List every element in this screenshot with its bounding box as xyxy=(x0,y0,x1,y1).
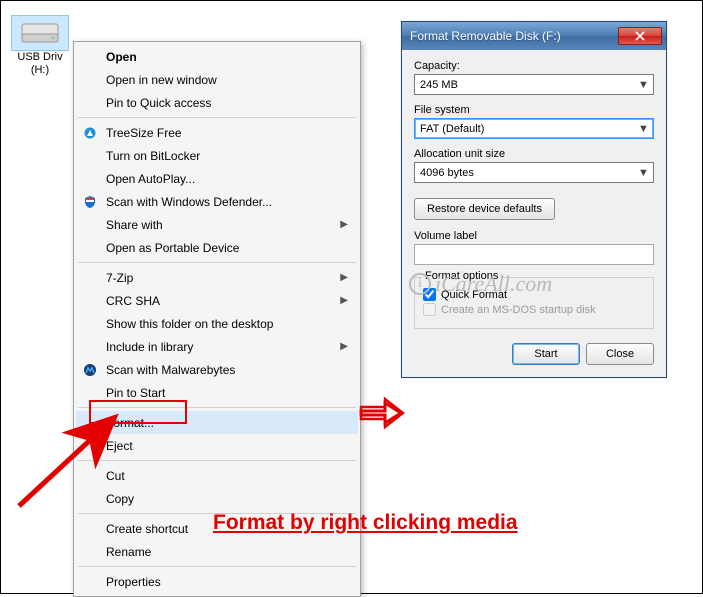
menu-separator xyxy=(78,566,356,567)
volume-label-input[interactable] xyxy=(414,244,654,265)
format-dialog: Format Removable Disk (F:) Capacity: 245… xyxy=(401,21,667,378)
menu-item-label: CRC SHA xyxy=(106,294,160,308)
menu-item-label: Eject xyxy=(106,439,133,453)
menu-separator xyxy=(78,407,356,408)
quick-format-input[interactable] xyxy=(423,288,436,301)
msdos-checkbox: Create an MS-DOS startup disk xyxy=(423,303,645,316)
menu-item-copy[interactable]: Copy xyxy=(76,487,358,510)
menu-item-scan-with-malwarebytes[interactable]: Scan with Malwarebytes xyxy=(76,358,358,381)
menu-item-properties[interactable]: Properties xyxy=(76,570,358,593)
dialog-titlebar[interactable]: Format Removable Disk (F:) xyxy=(402,22,666,50)
capacity-label: Capacity: xyxy=(414,60,654,72)
menu-separator xyxy=(78,460,356,461)
menu-item-label: Turn on BitLocker xyxy=(106,149,200,163)
menu-item-label: Properties xyxy=(106,575,161,589)
menu-item-label: Copy xyxy=(106,492,134,506)
allocation-select[interactable]: 4096 bytes ▼ xyxy=(414,162,654,183)
capacity-value: 245 MB xyxy=(420,79,458,91)
menu-item-pin-to-start[interactable]: Pin to Start xyxy=(76,381,358,404)
annotation-caption: Format by right clicking media xyxy=(213,511,518,535)
dialog-title: Format Removable Disk (F:) xyxy=(410,29,561,43)
quick-format-checkbox[interactable]: Quick Format xyxy=(423,288,645,301)
filesystem-value: FAT (Default) xyxy=(420,123,484,135)
menu-item-include-in-library[interactable]: Include in library ▶ xyxy=(76,335,358,358)
menu-item-label: Open AutoPlay... xyxy=(106,172,195,186)
menu-item-label: Scan with Malwarebytes xyxy=(106,363,235,377)
menu-item-open-autoplay[interactable]: Open AutoPlay... xyxy=(76,167,358,190)
filesystem-label: File system xyxy=(414,104,654,116)
menu-item-label: Share with xyxy=(106,218,163,232)
chevron-right-icon: ▶ xyxy=(340,295,348,306)
menu-item-open-as-portable-device[interactable]: Open as Portable Device xyxy=(76,236,358,259)
menu-item-label: Create shortcut xyxy=(106,522,188,536)
format-options-group: Format options Quick Format Create an MS… xyxy=(414,277,654,329)
chevron-right-icon: ▶ xyxy=(340,219,348,230)
close-dialog-button[interactable]: Close xyxy=(586,343,654,365)
menu-item-cut[interactable]: Cut xyxy=(76,464,358,487)
drive-label: USB Driv (H:) xyxy=(11,51,69,77)
menu-item-label: Open in new window xyxy=(106,73,217,87)
msdos-input xyxy=(423,303,436,316)
menu-item-pin-to-quick-access[interactable]: Pin to Quick access xyxy=(76,91,358,114)
close-icon xyxy=(635,31,645,41)
allocation-value: 4096 bytes xyxy=(420,167,474,179)
menu-item-label: Pin to Quick access xyxy=(106,96,211,110)
menu-item-label: Scan with Windows Defender... xyxy=(106,195,272,209)
menu-item-format[interactable]: Format... xyxy=(76,411,358,434)
volume-label-label: Volume label xyxy=(414,230,654,242)
hard-drive-icon xyxy=(20,18,60,46)
close-button[interactable] xyxy=(618,27,662,45)
menu-separator xyxy=(78,117,356,118)
menu-item-label: Open as Portable Device xyxy=(106,241,239,255)
allocation-label: Allocation unit size xyxy=(414,148,654,160)
menu-separator xyxy=(78,262,356,263)
menu-item-label: Include in library xyxy=(106,340,193,354)
treesize-icon xyxy=(82,125,98,141)
menu-item-7-zip[interactable]: 7-Zip ▶ xyxy=(76,266,358,289)
menu-item-treesize-free[interactable]: TreeSize Free xyxy=(76,121,358,144)
menu-item-label: TreeSize Free xyxy=(106,126,182,140)
malwarebytes-icon xyxy=(82,362,98,378)
chevron-right-icon: ▶ xyxy=(340,341,348,352)
capacity-select[interactable]: 245 MB ▼ xyxy=(414,74,654,95)
menu-item-label: Open xyxy=(106,50,137,64)
menu-item-rename[interactable]: Rename xyxy=(76,540,358,563)
menu-item-open[interactable]: Open xyxy=(76,45,358,68)
menu-item-label: Format... xyxy=(106,416,154,430)
filesystem-select[interactable]: FAT (Default) ▼ xyxy=(414,118,654,139)
menu-item-eject[interactable]: Eject xyxy=(76,434,358,457)
chevron-down-icon: ▼ xyxy=(636,77,651,92)
format-options-legend: Format options xyxy=(422,270,501,282)
menu-item-label: Cut xyxy=(106,469,125,483)
menu-item-label: Show this folder on the desktop xyxy=(106,317,273,331)
menu-item-scan-with-windows-defender[interactable]: Scan with Windows Defender... xyxy=(76,190,358,213)
chevron-down-icon: ▼ xyxy=(636,121,651,136)
desktop-drive-icon[interactable]: USB Driv (H:) xyxy=(11,15,69,77)
chevron-down-icon: ▼ xyxy=(636,165,651,180)
chevron-right-icon: ▶ xyxy=(340,272,348,283)
start-button[interactable]: Start xyxy=(512,343,580,365)
menu-item-crc-sha[interactable]: CRC SHA ▶ xyxy=(76,289,358,312)
menu-item-share-with[interactable]: Share with ▶ xyxy=(76,213,358,236)
menu-item-label: Pin to Start xyxy=(106,386,165,400)
menu-item-show-this-folder-on-the-desktop[interactable]: Show this folder on the desktop xyxy=(76,312,358,335)
defender-icon xyxy=(82,194,98,210)
menu-item-open-in-new-window[interactable]: Open in new window xyxy=(76,68,358,91)
menu-item-turn-on-bitlocker[interactable]: Turn on BitLocker xyxy=(76,144,358,167)
menu-item-label: 7-Zip xyxy=(106,271,133,285)
restore-defaults-button[interactable]: Restore device defaults xyxy=(414,198,555,220)
menu-item-label: Rename xyxy=(106,545,151,559)
